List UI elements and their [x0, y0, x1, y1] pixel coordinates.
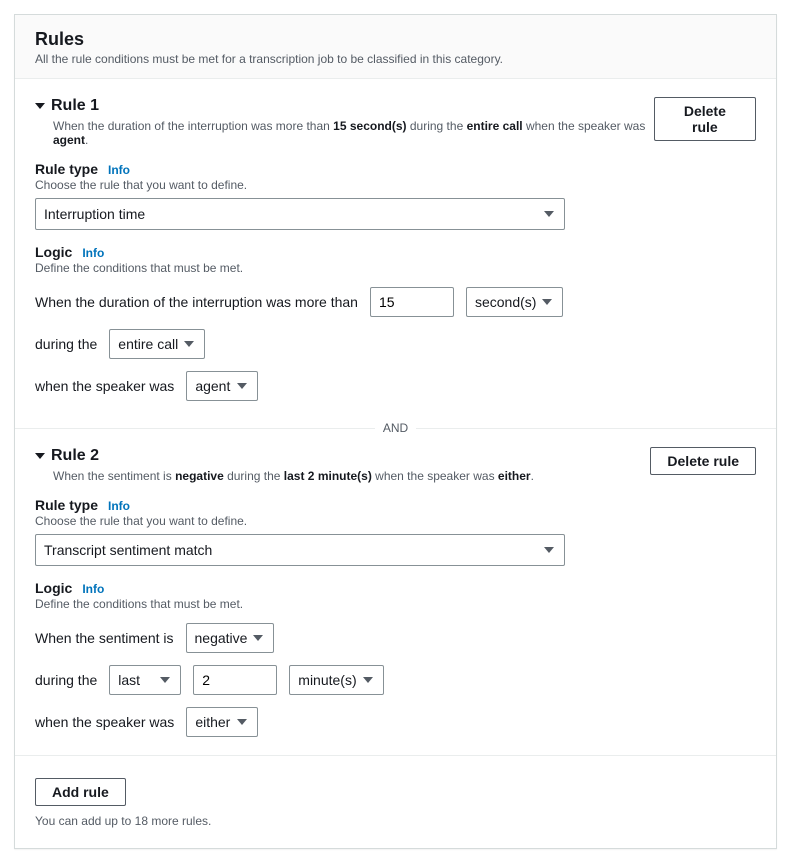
rule-type-label: Rule type [35, 161, 98, 177]
chevron-down-icon [544, 547, 554, 553]
rule-2-speaker-select[interactable]: either [186, 707, 258, 737]
and-separator: AND [15, 419, 776, 437]
rule-2-summary: When the sentiment is negative during th… [53, 469, 534, 483]
rule-1-period-select[interactable]: entire call [109, 329, 205, 359]
chevron-down-icon [237, 383, 247, 389]
logic-info-link[interactable]: Info [82, 246, 104, 260]
chevron-down-icon [35, 103, 45, 109]
rule-1-duration-label: When the duration of the interruption wa… [35, 294, 358, 310]
rule-1-speaker-select[interactable]: agent [186, 371, 258, 401]
delete-rule-1-button[interactable]: Delete rule [654, 97, 756, 141]
chevron-down-icon [237, 719, 247, 725]
panel-header: Rules All the rule conditions must be me… [15, 15, 776, 79]
rule-1-title: Rule 1 [51, 97, 99, 115]
chevron-down-icon [542, 299, 552, 305]
rule-1-during-label: during the [35, 336, 97, 352]
rule-2-period-unit-select[interactable]: minute(s) [289, 665, 383, 695]
rule-2: Rule 2 When the sentiment is negative du… [35, 437, 756, 737]
rule-1-toggle[interactable]: Rule 1 [35, 97, 654, 115]
rule-2-title: Rule 2 [51, 447, 99, 465]
rule-2-type-select[interactable]: Transcript sentiment match [35, 534, 565, 566]
panel-title: Rules [35, 29, 756, 50]
and-label: AND [375, 421, 416, 435]
chevron-down-icon [253, 635, 263, 641]
panel-body: Rule 1 When the duration of the interrup… [15, 79, 776, 848]
rule-1-summary: When the duration of the interruption wa… [53, 119, 654, 147]
rule-1-unit-select[interactable]: second(s) [466, 287, 563, 317]
rule-1-speaker-label: when the speaker was [35, 378, 174, 394]
delete-rule-2-button[interactable]: Delete rule [650, 447, 756, 475]
rule-type-hint: Choose the rule that you want to define. [35, 178, 756, 192]
logic-hint: Define the conditions that must be met. [35, 597, 756, 611]
rule-2-period-value-input[interactable] [193, 665, 277, 695]
rule-1-duration-input[interactable] [370, 287, 454, 317]
add-rule-hint: You can add up to 18 more rules. [35, 814, 756, 828]
chevron-down-icon [35, 453, 45, 459]
rule-2-during-label: during the [35, 672, 97, 688]
rule-type-info-link[interactable]: Info [108, 499, 130, 513]
panel-description: All the rule conditions must be met for … [35, 52, 756, 66]
rule-type-label: Rule type [35, 497, 98, 513]
rule-type-hint: Choose the rule that you want to define. [35, 514, 756, 528]
rule-1-type-select[interactable]: Interruption time [35, 198, 565, 230]
rule-2-toggle[interactable]: Rule 2 [35, 447, 534, 465]
rule-type-info-link[interactable]: Info [108, 163, 130, 177]
logic-hint: Define the conditions that must be met. [35, 261, 756, 275]
add-rule-button[interactable]: Add rule [35, 778, 126, 806]
rule-2-sentiment-label: When the sentiment is [35, 630, 174, 646]
rules-panel: Rules All the rule conditions must be me… [14, 14, 777, 849]
chevron-down-icon [363, 677, 373, 683]
chevron-down-icon [184, 341, 194, 347]
chevron-down-icon [544, 211, 554, 217]
rule-2-speaker-label: when the speaker was [35, 714, 174, 730]
rule-2-sentiment-select[interactable]: negative [186, 623, 275, 653]
logic-label: Logic [35, 580, 72, 596]
rule-2-period-position-select[interactable]: last [109, 665, 181, 695]
chevron-down-icon [160, 677, 170, 683]
logic-info-link[interactable]: Info [82, 582, 104, 596]
divider [15, 755, 776, 756]
logic-label: Logic [35, 244, 72, 260]
rule-1: Rule 1 When the duration of the interrup… [35, 79, 756, 401]
